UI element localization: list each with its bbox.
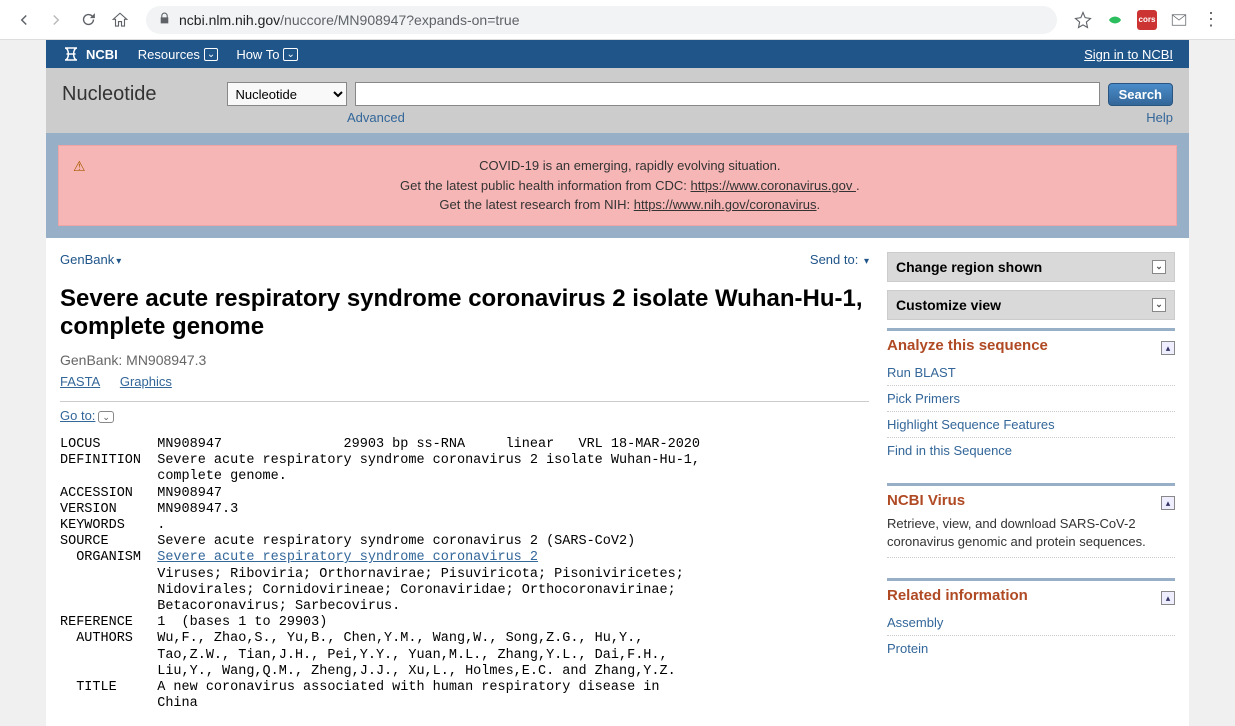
virus-text: Retrieve, view, and download SARS-CoV-2 … — [887, 515, 1175, 558]
url-host: ncbi.nlm.nih.gov — [179, 12, 280, 28]
sidebar: Change region shown ⌄ Customize view ⌄ A… — [887, 252, 1175, 713]
search-input[interactable] — [355, 82, 1100, 106]
chevron-down-icon[interactable]: ⌄ — [1152, 298, 1166, 312]
nih-link[interactable]: https://www.nih.gov/coronavirus — [634, 197, 817, 212]
chevron-down-icon[interactable]: ⌄ — [1152, 260, 1166, 274]
collapse-icon[interactable]: ▴ — [1161, 496, 1175, 510]
highlight-features-link[interactable]: Highlight Sequence Features — [887, 412, 1175, 438]
menu-icon[interactable]: ⋮ — [1201, 10, 1221, 30]
page-title: Severe acute respiratory syndrome corona… — [60, 285, 869, 343]
accession-subtitle: GenBank: MN908947.3 — [60, 352, 869, 368]
cdc-link[interactable]: https://www.coronavirus.gov — [690, 178, 855, 193]
reload-button[interactable] — [74, 6, 102, 34]
url-bar[interactable]: ncbi.nlm.nih.gov/nuccore/MN908947?expand… — [146, 6, 1057, 34]
menu-howto[interactable]: How To⌄ — [236, 47, 298, 62]
organism-link[interactable]: Severe acute respiratory syndrome corona… — [157, 550, 538, 565]
extension-icon-1[interactable] — [1105, 10, 1125, 30]
sendto-selector[interactable]: Send to: ▾ — [810, 252, 869, 267]
lock-icon — [158, 12, 171, 28]
virus-title: NCBI Virus — [887, 492, 965, 509]
menu-resources[interactable]: Resources⌄ — [138, 47, 219, 62]
home-button[interactable] — [106, 6, 134, 34]
extension-icon-3[interactable] — [1169, 10, 1189, 30]
db-label: Nucleotide — [62, 83, 157, 106]
genbank-record: LOCUS MN908947 29903 bp ss-RNA linear VR… — [60, 437, 869, 712]
signin-link[interactable]: Sign in to NCBI — [1084, 47, 1173, 62]
goto-link[interactable]: Go to: — [60, 408, 95, 423]
collapse-icon[interactable]: ▴ — [1161, 591, 1175, 605]
back-button[interactable] — [10, 6, 38, 34]
db-select[interactable]: Nucleotide — [227, 82, 347, 106]
customize-portlet[interactable]: Customize view ⌄ — [887, 290, 1175, 320]
collapse-icon[interactable]: ▴ — [1161, 341, 1175, 355]
related-title: Related information — [887, 587, 1028, 604]
assembly-link[interactable]: Assembly — [887, 610, 1175, 636]
run-blast-link[interactable]: Run BLAST — [887, 360, 1175, 386]
find-sequence-link[interactable]: Find in this Sequence — [887, 438, 1175, 463]
browser-toolbar: ncbi.nlm.nih.gov/nuccore/MN908947?expand… — [0, 0, 1235, 40]
url-path: /nuccore/MN908947?expands-on=true — [280, 12, 519, 28]
chevron-down-icon[interactable]: ⌄ — [98, 411, 114, 423]
pick-primers-link[interactable]: Pick Primers — [887, 386, 1175, 412]
search-area: Nucleotide Nucleotide Search Advanced He… — [46, 68, 1189, 133]
ncbi-logo[interactable]: NCBI — [62, 46, 118, 62]
fasta-link[interactable]: FASTA — [60, 374, 100, 389]
warning-icon: ⚠ — [73, 158, 86, 175]
related-portlet: Related information ▴ Assembly Protein — [887, 578, 1175, 661]
analyze-portlet: Analyze this sequence ▴ Run BLAST Pick P… — [887, 328, 1175, 463]
ncbi-header: NCBI Resources⌄ How To⌄ Sign in to NCBI — [46, 40, 1189, 68]
analyze-title: Analyze this sequence — [887, 337, 1048, 354]
forward-button[interactable] — [42, 6, 70, 34]
advanced-link[interactable]: Advanced — [347, 110, 405, 125]
alert-line3: Get the latest research from NIH: https:… — [98, 195, 1162, 215]
star-icon[interactable] — [1073, 10, 1093, 30]
help-link[interactable]: Help — [1146, 110, 1173, 125]
virus-portlet: NCBI Virus ▴ Retrieve, view, and downloa… — [887, 483, 1175, 558]
region-portlet[interactable]: Change region shown ⌄ — [887, 252, 1175, 282]
alert-line1: COVID-19 is an emerging, rapidly evolvin… — [98, 156, 1162, 176]
main-content: GenBank▾ Send to: ▾ Severe acute respira… — [60, 252, 869, 713]
search-button[interactable]: Search — [1108, 83, 1173, 106]
notice-band: ⚠ COVID-19 is an emerging, rapidly evolv… — [46, 133, 1189, 238]
graphics-link[interactable]: Graphics — [120, 374, 172, 389]
covid-alert: ⚠ COVID-19 is an emerging, rapidly evolv… — [58, 145, 1177, 226]
extension-icon-2[interactable]: cors — [1137, 10, 1157, 30]
format-selector[interactable]: GenBank▾ — [60, 252, 121, 267]
protein-link[interactable]: Protein — [887, 636, 1175, 661]
alert-line2: Get the latest public health information… — [98, 176, 1162, 196]
